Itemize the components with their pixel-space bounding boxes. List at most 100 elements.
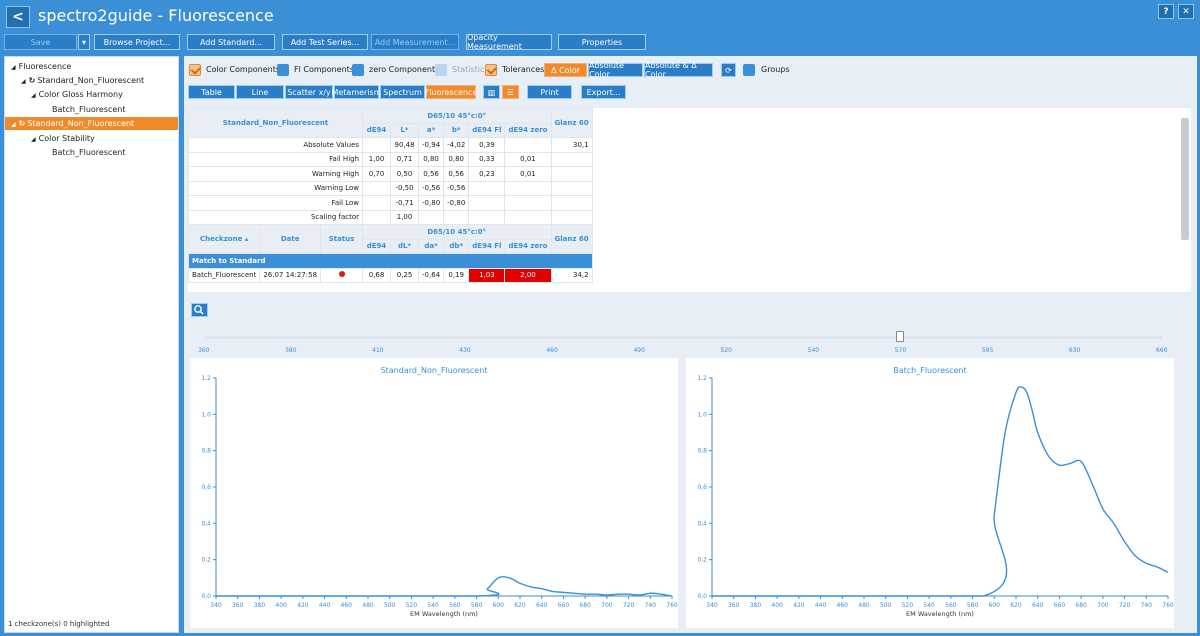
tree-item-color-stability[interactable]: ◢ Color Stability (31, 132, 95, 145)
tab-spectrum[interactable]: Spectrum (380, 85, 425, 99)
col-header: L* (390, 122, 420, 138)
y-tick-label: 0,6 (697, 484, 707, 491)
date-header[interactable]: Date (259, 224, 322, 254)
add-standard-button[interactable]: Add Standard... (187, 34, 275, 50)
tree-item-batch[interactable]: Batch_Fluorescent (52, 103, 126, 116)
tab-line[interactable]: Line (236, 85, 284, 99)
triangle-down-icon: ◢ (11, 121, 16, 128)
table-row: Fail Low -0,71 -0,80 -0,80 (187, 195, 593, 211)
col-header: a* (418, 122, 445, 138)
x-tick-label: 760 (666, 602, 678, 609)
sample-row[interactable]: Batch_Fluorescent 26.07 14:27:58 0,68 0,… (187, 267, 593, 283)
illuminant-header: D65/10 45°c:0° (362, 224, 552, 240)
save-button[interactable]: Save (4, 34, 77, 50)
x-axis-label: EM Wavelength (nm) (906, 610, 974, 618)
tab-metamerism[interactable]: Metamerism (331, 85, 382, 99)
x-tick-label: 620 (514, 602, 526, 609)
x-tick-label: 380 (750, 602, 762, 609)
x-tick-label: 660 (558, 602, 570, 609)
tab-fluorescence[interactable]: Fluorescence (425, 85, 477, 99)
refresh-icon: ⟳ (725, 65, 732, 75)
zoom-button[interactable] (191, 303, 208, 317)
standard-header: Standard_Non_Fluorescent (187, 108, 364, 138)
tab-scatter[interactable]: Scatter x/y (285, 85, 333, 99)
x-tick-label: 700 (601, 602, 613, 609)
scale-label: 595 (981, 347, 994, 354)
tree-item-standard[interactable]: ◢ ↻ Standard_Non_Fluorescent (21, 74, 144, 87)
scale-label: 380 (285, 347, 297, 354)
col-header: dE94 zero (504, 122, 552, 138)
absolute-delta-color-button[interactable]: Absolute & Δ Color (644, 61, 713, 79)
export-button[interactable]: Export... (581, 85, 626, 99)
x-tick-label: 540 (427, 602, 439, 609)
help-button[interactable]: ? (1158, 4, 1174, 19)
close-button[interactable]: ✕ (1178, 4, 1194, 19)
y-tick-label: 1,2 (697, 375, 707, 382)
y-tick-label: 0,0 (201, 593, 211, 600)
x-tick-label: 720 (1119, 602, 1131, 609)
y-tick-label: 0,4 (201, 520, 211, 527)
options-row: Color Components Fl Components zero Comp… (184, 61, 1197, 79)
x-tick-label: 580 (967, 602, 979, 609)
x-tick-label: 440 (815, 602, 827, 609)
tolerances-checkbox[interactable] (485, 64, 497, 76)
x-axis-label: EM Wavelength (nm) (410, 610, 478, 618)
series-line (711, 386, 1169, 597)
properties-button[interactable]: Properties (558, 34, 646, 50)
tree-item-batch[interactable]: Batch_Fluorescent (52, 146, 126, 159)
illuminant-header: D65/10 45°c:0° (362, 108, 552, 124)
match-band: Match to Standard (188, 253, 593, 269)
color-components-checkbox[interactable] (189, 64, 201, 76)
wavelength-slider[interactable] (204, 336, 1162, 339)
fl-components-checkbox[interactable] (277, 64, 289, 76)
zero-components-label: zero Components (369, 65, 440, 74)
gloss-header: Glanz 60 (550, 108, 593, 138)
chevron-left-icon: < (12, 9, 24, 25)
browse-project-button[interactable]: Browse Project... (94, 34, 180, 50)
tab-table[interactable]: Table (188, 85, 235, 99)
statistic-checkbox[interactable] (435, 64, 447, 76)
table-scrollbar[interactable] (1181, 118, 1189, 240)
x-tick-label: 400 (771, 602, 783, 609)
opacity-measurement-button[interactable]: Opacity Measurement (466, 33, 552, 51)
tree-item-fluorescence[interactable]: ◢ Fluorescence (11, 60, 71, 73)
scale-label: 520 (720, 347, 732, 354)
tree-item-color-gloss-harmony[interactable]: ◢ Color Gloss Harmony (31, 88, 123, 101)
scale-label: 570 (894, 347, 907, 354)
x-tick-label: 680 (1075, 602, 1087, 609)
wavelength-slider-thumb[interactable] (896, 331, 904, 342)
tolerances-label: Tolerances (502, 65, 545, 74)
back-button[interactable]: < (6, 6, 30, 28)
y-tick-label: 0,4 (697, 520, 707, 527)
delta-color-button[interactable]: Δ Color (544, 63, 587, 77)
checkzone-header[interactable]: Checkzone ▴ (187, 224, 261, 254)
chart-standard-svg: 0,0 0,2 0,4 0,6 0,8 1,0 1,2 340 360 380 400 420 440 4… (201, 375, 678, 618)
standard-icon: ↻ (18, 119, 26, 128)
add-measurement-button[interactable]: Add Measurement... (371, 34, 459, 50)
x-tick-label: 360 (728, 602, 740, 609)
scale-label: 540 (807, 347, 820, 354)
y-tick-label: 0,6 (201, 484, 211, 491)
x-tick-label: 700 (1097, 602, 1109, 609)
groups-label: Groups (761, 65, 790, 74)
y-tick-label: 0,2 (201, 557, 211, 564)
groups-checkbox[interactable] (743, 64, 755, 76)
zero-components-checkbox[interactable] (352, 64, 364, 76)
add-test-series-button[interactable]: Add Test Series... (282, 34, 368, 50)
x-tick-label: 720 (623, 602, 635, 609)
status-dot-icon (338, 271, 345, 278)
data-table: Standard_Non_Fluorescent D65/10 45°c:0° … (187, 108, 593, 283)
print-button[interactable]: Print (527, 85, 572, 99)
absolute-color-button[interactable]: Absolute Color (588, 61, 643, 79)
triangle-down-icon: ◢ (11, 64, 16, 71)
title-bar: < spectro2guide - Fluorescence ? ✕ (0, 0, 1200, 32)
x-tick-label: 380 (254, 602, 266, 609)
x-tick-label: 540 (923, 602, 935, 609)
layout-split-button[interactable]: ▥ (483, 85, 500, 99)
layout-list-button[interactable]: ☰ (502, 85, 519, 99)
col-header: b* (443, 122, 470, 138)
tree-item-standard-selected[interactable]: ◢ ↻ Standard_Non_Fluorescent (5, 117, 178, 130)
save-dropdown-button[interactable]: ▾ (78, 34, 90, 50)
refresh-button[interactable]: ⟳ (721, 63, 736, 77)
status-header[interactable]: Status (320, 224, 364, 254)
